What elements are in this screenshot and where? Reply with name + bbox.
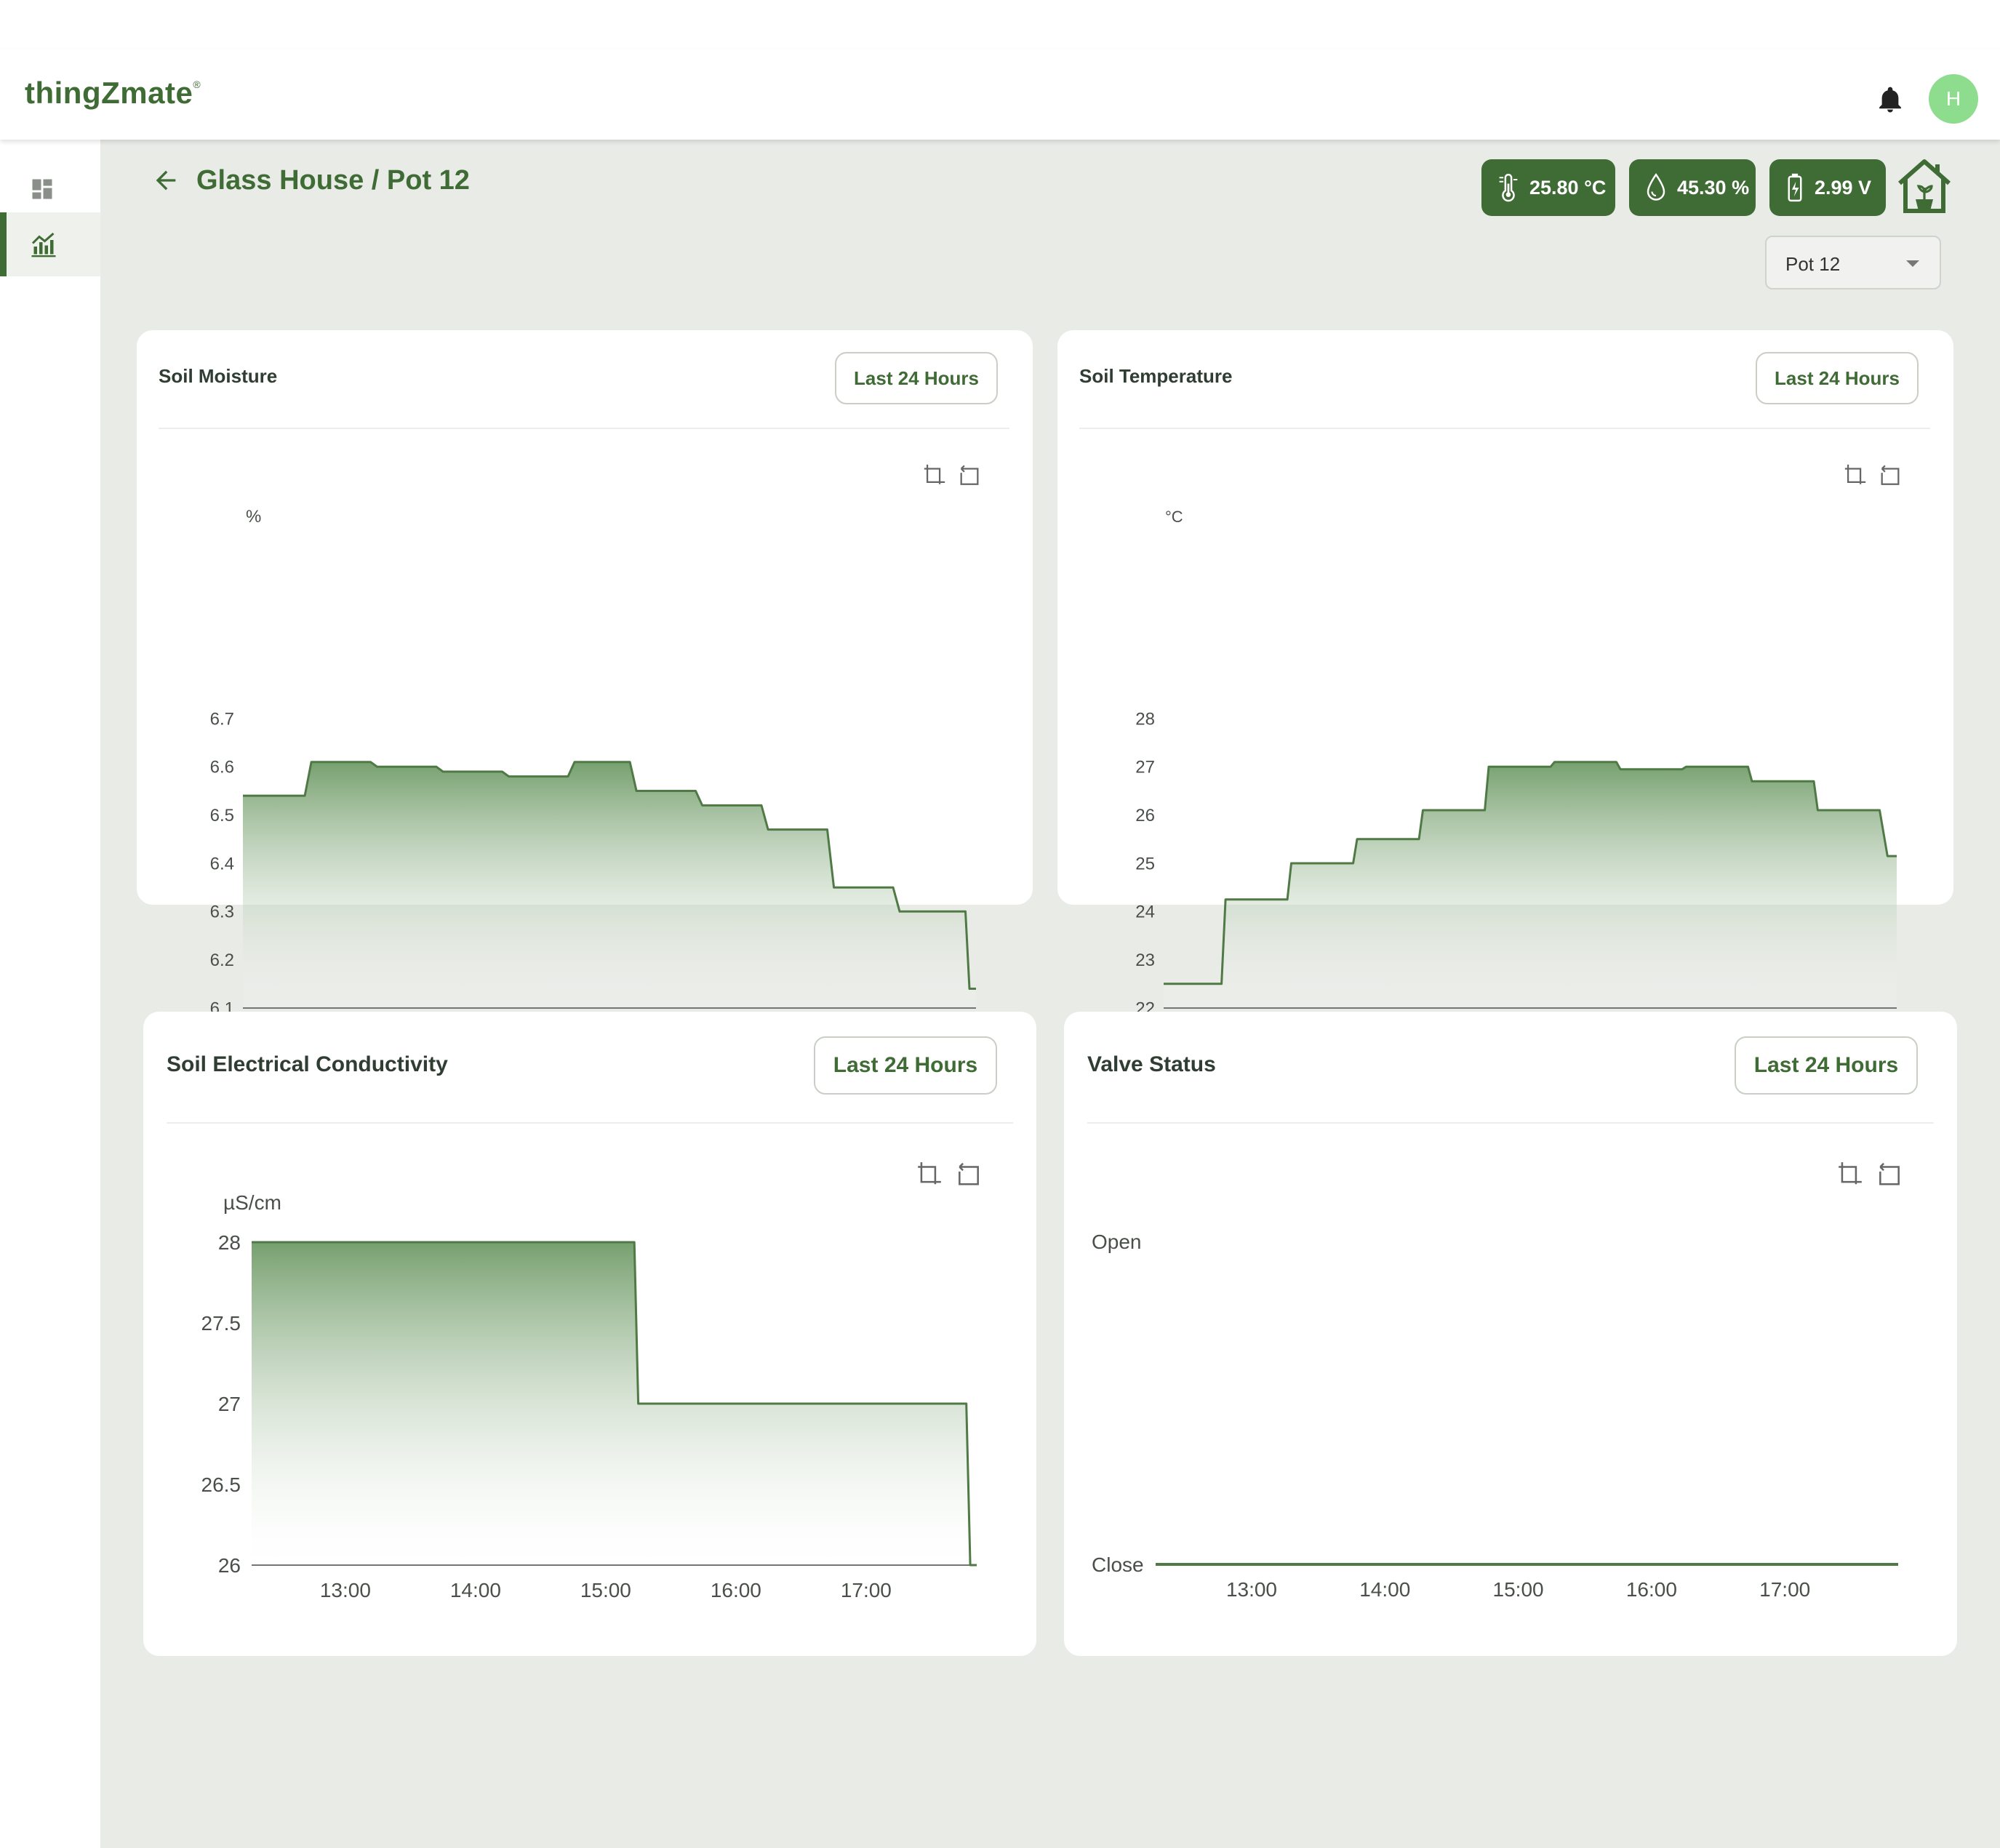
x-tick-label: 16:00	[1626, 1578, 1677, 1601]
logo-text: thingZmate	[25, 76, 193, 110]
y-tick-label: 28	[218, 1231, 241, 1254]
soil-temperature-card: Soil Temperature Last 24 Hours °C 28 27 26 2…	[1057, 330, 1953, 1041]
card-title: Soil Electrical Conductivity	[167, 1052, 448, 1076]
y-tick-label: 6.7	[210, 709, 234, 729]
pot-select[interactable]: Pot 12	[1765, 236, 1941, 289]
y-unit-label: %	[246, 507, 261, 527]
bell-icon[interactable]	[1875, 84, 1905, 115]
y-tick-label: 27	[1135, 758, 1155, 777]
y-tick-label: 25	[1135, 854, 1155, 873]
y-tick-label: 27	[218, 1393, 241, 1415]
x-tick-label: 14:00	[450, 1579, 501, 1601]
top-bar: thingZmate® H	[0, 49, 2000, 140]
app-logo[interactable]: thingZmate®	[25, 76, 201, 111]
card-divider	[167, 1122, 1013, 1124]
soil-moisture-card: Soil Moisture Last 24 Hours % 6.7 6.6 6.5 6.…	[137, 330, 1033, 1041]
sidebar-item-analytics[interactable]	[0, 212, 100, 276]
back-arrow-icon[interactable]	[151, 166, 180, 195]
valve-status-card: Valve Status Last 24 Hours Open Close 13:0…	[1064, 1012, 1957, 1656]
card-title: Valve Status	[1087, 1052, 1216, 1076]
breadcrumb: Glass House / Pot 12	[151, 160, 470, 201]
x-tick-label: 17:00	[841, 1579, 892, 1601]
y-tick-label: Close	[1092, 1553, 1144, 1576]
card-divider	[1087, 1122, 1934, 1124]
y-tick-label: 26	[1135, 806, 1155, 825]
chevron-down-icon	[1906, 260, 1919, 267]
range-button[interactable]: Last 24 Hours	[814, 1036, 997, 1095]
battery-icon	[1788, 173, 1802, 202]
range-button[interactable]: Last 24 Hours	[1756, 352, 1919, 404]
sidebar	[0, 140, 100, 1848]
card-title: Soil Moisture	[159, 365, 278, 387]
y-tick-label: 6.5	[210, 806, 234, 825]
soil-ec-card: Soil Electrical Conductivity Last 24 Hou…	[143, 1012, 1036, 1656]
y-tick-label: 6.6	[210, 758, 234, 777]
y-unit-label: °C	[1165, 508, 1183, 526]
page-title: Glass House / Pot 12	[196, 164, 470, 196]
valve-status-chart[interactable]: Open Close 13:00 14:00 15:00 16:00 17:00	[1064, 1179, 1957, 1656]
sidebar-item-dashboard[interactable]	[0, 157, 100, 221]
soil-temperature-chart[interactable]: °C2827262524232213:0014:0015:0016:0017:0…	[1057, 476, 1953, 1041]
card-divider	[1079, 428, 1930, 429]
y-tick-label: 26	[218, 1554, 241, 1577]
y-tick-label: 23	[1135, 951, 1155, 970]
series-area	[1164, 761, 1897, 1008]
battery-badge: 2.99 V	[1769, 159, 1886, 216]
pot-select-value: Pot 12	[1785, 253, 1841, 275]
greenhouse-icon[interactable]	[1895, 156, 1953, 215]
logo-registered-mark: ®	[193, 79, 201, 90]
card-title: Soil Temperature	[1079, 365, 1233, 387]
x-tick-label: 15:00	[1493, 1578, 1544, 1601]
card-divider	[159, 428, 1009, 429]
top-strip	[0, 0, 2000, 49]
x-tick-label: 16:00	[711, 1579, 761, 1601]
temperature-value: 25.80 °C	[1529, 176, 1607, 199]
y-tick-label: 6.4	[210, 854, 234, 873]
y-tick-label: 24	[1135, 903, 1155, 922]
y-tick-label: 6.3	[210, 903, 234, 922]
humidity-value: 45.30 %	[1677, 176, 1750, 199]
x-tick-label: 15:00	[580, 1579, 631, 1601]
x-tick-label: 13:00	[320, 1579, 371, 1601]
dashboard-icon	[32, 179, 52, 199]
temperature-badge: 25.80 °C	[1481, 159, 1615, 216]
y-tick-label: 28	[1135, 709, 1155, 729]
y-unit-label: µS/cm	[223, 1191, 281, 1214]
range-button[interactable]: Last 24 Hours	[1735, 1036, 1918, 1095]
user-avatar[interactable]: H	[1929, 74, 1978, 124]
soil-moisture-chart[interactable]: %6.76.66.56.46.36.26.113:0014:0015:0016:…	[137, 476, 1033, 1041]
y-tick-label: 6.2	[210, 951, 234, 970]
battery-value: 2.99 V	[1815, 176, 1872, 199]
y-tick-label: 27.5	[201, 1312, 241, 1335]
soil-ec-chart[interactable]: µS/cm 28 27.5 27 26.5 26 13:00 14:00 15:00 16:00 1…	[143, 1179, 1036, 1656]
y-tick-label: 26.5	[201, 1473, 241, 1496]
series-area	[243, 761, 976, 1008]
range-button[interactable]: Last 24 Hours	[835, 352, 998, 404]
x-tick-label: 13:00	[1226, 1578, 1277, 1601]
thermometer-icon	[1499, 173, 1518, 202]
humidity-badge: 45.30 %	[1629, 159, 1756, 216]
water-drop-icon	[1647, 173, 1665, 201]
analytics-chart-icon	[31, 232, 56, 257]
x-tick-label: 17:00	[1759, 1578, 1810, 1601]
x-tick-label: 14:00	[1359, 1578, 1410, 1601]
y-tick-label: Open	[1092, 1231, 1142, 1253]
